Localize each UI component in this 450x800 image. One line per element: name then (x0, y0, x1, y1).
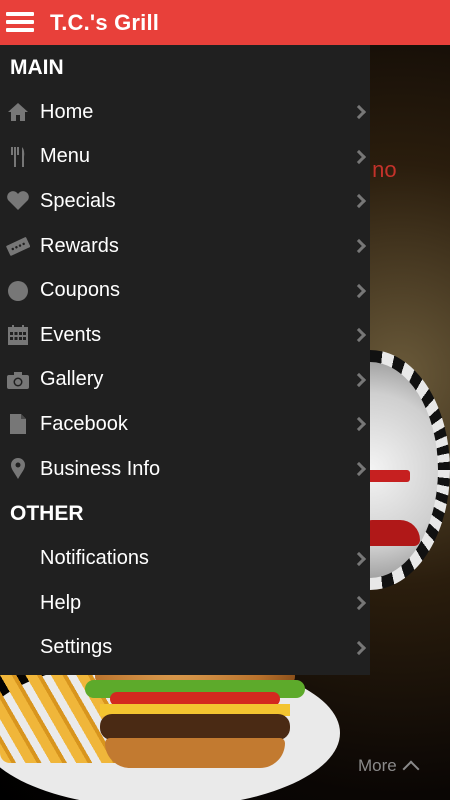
drawer-item-rewards[interactable]: Rewards (0, 224, 370, 269)
more-label: More (358, 756, 397, 775)
chevron-right-icon (351, 551, 367, 566)
drawer-item-label: Specials (40, 189, 116, 212)
drawer-item-menu[interactable]: Menu (0, 135, 370, 180)
app-bar: T.C.'s Grill (0, 0, 450, 45)
drawer-item-facebook[interactable]: Facebook (0, 402, 370, 447)
chevron-up-icon (402, 760, 420, 778)
more-button[interactable]: More (358, 756, 420, 778)
chevron-right-icon (351, 417, 367, 432)
drawer-item-business-info[interactable]: Business Info (0, 447, 370, 492)
drawer-item-label: Menu (40, 145, 91, 168)
drawer-item-specials[interactable]: Specials (0, 179, 370, 224)
drawer-item-label: Home (40, 100, 94, 123)
chevron-right-icon (351, 239, 367, 254)
drawer-item-coupons[interactable]: Coupons (0, 268, 370, 313)
chevron-right-icon (351, 328, 367, 343)
section-header-main: MAIN (10, 56, 64, 79)
drawer-item-gallery[interactable]: Gallery (0, 358, 370, 403)
chevron-right-icon (351, 640, 367, 655)
drawer-item-label: Rewards (40, 234, 119, 257)
drawer-item-label: Gallery (40, 368, 104, 391)
app-title: T.C.'s Grill (50, 9, 160, 35)
section-header-other: OTHER (10, 502, 84, 526)
drawer-item-events[interactable]: Events (0, 313, 370, 358)
chevron-right-icon (351, 372, 367, 387)
map-pin-icon (6, 458, 30, 480)
chevron-right-icon (351, 105, 367, 120)
camera-icon (6, 369, 30, 391)
circle-icon (6, 280, 30, 302)
drawer-item-notifications[interactable]: Notifications (0, 536, 370, 581)
drawer-item-settings[interactable]: Settings (0, 626, 370, 671)
drawer-item-label: Help (40, 591, 82, 614)
chevron-right-icon (351, 596, 367, 611)
drawer-item-label: Notifications (40, 547, 149, 570)
chevron-right-icon (351, 461, 367, 477)
chevron-right-icon (351, 283, 367, 298)
calendar-icon (6, 324, 30, 346)
drawer-item-label: Events (40, 323, 102, 346)
chevron-right-icon (351, 149, 367, 164)
drawer-item-home[interactable]: Home (0, 90, 370, 135)
chevron-right-icon (351, 194, 367, 209)
drawer-item-label: Coupons (40, 279, 121, 302)
heart-icon (6, 190, 30, 212)
home-icon (6, 101, 30, 123)
hamburger-menu-icon[interactable] (0, 0, 44, 45)
drawer-item-label: Business Info (40, 457, 161, 480)
ticket-icon (6, 235, 30, 257)
drawer-item-label: Settings (40, 636, 113, 659)
drawer-item-label: Facebook (40, 412, 128, 435)
page-icon (6, 413, 30, 435)
drawer-item-help[interactable]: Help (0, 581, 370, 626)
fork-knife-icon (6, 146, 30, 168)
navigation-drawer: MAIN Home Menu Specials Rewards Coupons (0, 45, 370, 675)
